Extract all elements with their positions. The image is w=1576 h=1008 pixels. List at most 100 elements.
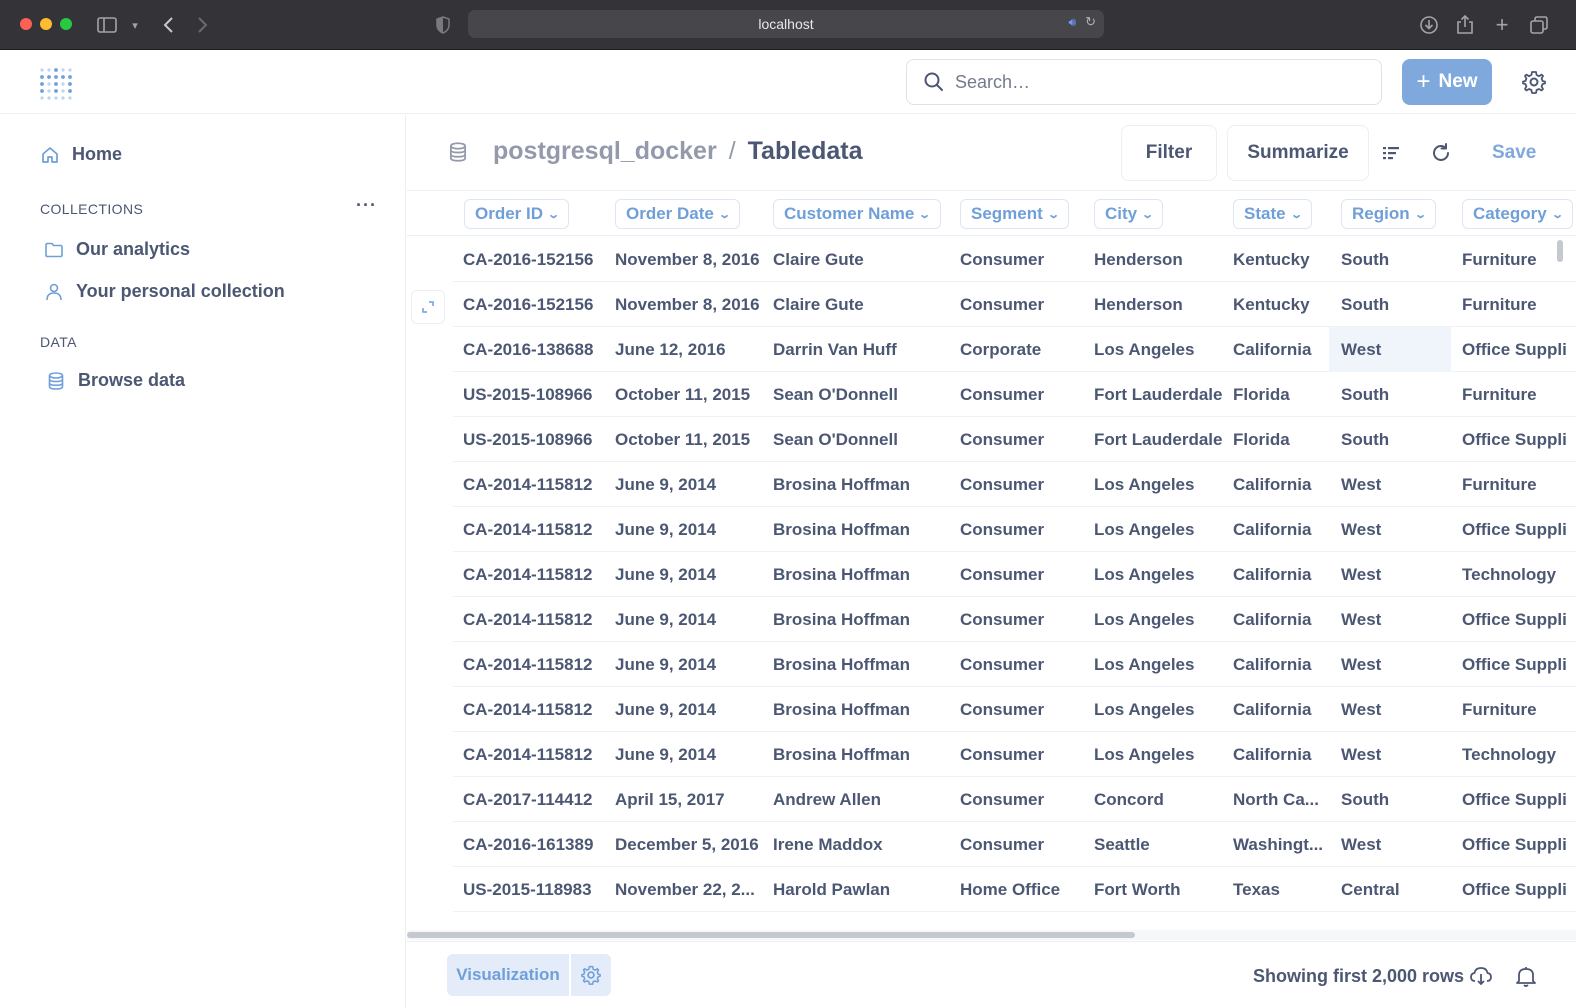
table-row[interactable]: CA-2014-115812 June 9, 2014 Brosina Hoffma… [453, 597, 1576, 642]
table-cell[interactable]: Office Suppli [1462, 327, 1576, 372]
table-cell[interactable]: April 15, 2017 [615, 777, 760, 822]
table-cell[interactable]: June 9, 2014 [615, 732, 760, 777]
table-row[interactable]: CA-2014-115812 June 9, 2014 Brosina Hoffma… [453, 642, 1576, 687]
share-icon[interactable] [1452, 12, 1478, 38]
table-row[interactable]: US-2015-108966 October 11, 2015 Sean O'Don… [453, 417, 1576, 462]
save-button[interactable]: Save [1492, 142, 1536, 164]
reload-icon[interactable]: ↻ [1085, 14, 1096, 30]
table-cell[interactable]: West [1341, 687, 1451, 732]
table-cell[interactable]: Washingt... [1233, 822, 1328, 867]
vertical-scrollbar[interactable] [1557, 240, 1563, 262]
table-cell[interactable]: CA-2017-114412 [463, 777, 598, 822]
table-row[interactable]: CA-2014-115812 June 9, 2014 Brosina Hoffma… [453, 687, 1576, 732]
table-row[interactable]: CA-2014-115812 June 9, 2014 Brosina Hoffma… [453, 462, 1576, 507]
table-cell[interactable]: US-2015-108966 [463, 372, 598, 417]
download-icon[interactable] [1416, 12, 1442, 38]
more-options-icon[interactable]: ··· [356, 195, 377, 216]
table-cell[interactable]: Andrew Allen [773, 777, 948, 822]
table-cell[interactable]: Los Angeles [1094, 687, 1224, 732]
sidebar-item-home[interactable]: Home [40, 144, 122, 165]
search-box[interactable] [906, 59, 1382, 105]
table-cell[interactable]: Consumer [960, 687, 1085, 732]
address-bar[interactable]: localhost 🔊︎ ↻ [468, 10, 1104, 38]
sidebar-item-browse-data[interactable]: Browse data [46, 370, 185, 391]
table-cell[interactable]: Consumer [960, 372, 1085, 417]
table-cell[interactable]: June 9, 2014 [615, 462, 760, 507]
refresh-icon[interactable] [1430, 142, 1452, 164]
scrollbar-thumb[interactable] [407, 932, 1135, 938]
table-cell[interactable]: Technology [1462, 552, 1576, 597]
table-cell[interactable]: California [1233, 687, 1328, 732]
table-cell[interactable]: Henderson [1094, 282, 1224, 327]
breadcrumb-table[interactable]: Tabledata [748, 137, 863, 166]
visualization-settings-button[interactable] [571, 954, 611, 996]
table-cell[interactable]: Brosina Hoffman [773, 552, 948, 597]
column-header[interactable]: Order Date ⌄ [615, 199, 741, 229]
table-cell[interactable]: Consumer [960, 642, 1085, 687]
table-cell[interactable]: Brosina Hoffman [773, 597, 948, 642]
speaker-icon[interactable]: 🔊︎ [1068, 15, 1076, 30]
table-cell[interactable]: South [1341, 372, 1451, 417]
table-row[interactable]: US-2015-108966 October 11, 2015 Sean O'Don… [453, 372, 1576, 417]
table-cell[interactable]: CA-2014-115812 [463, 597, 598, 642]
table-cell[interactable]: Harold Pawlan [773, 867, 948, 912]
table-cell[interactable]: West [1341, 552, 1451, 597]
gear-icon[interactable] [1522, 70, 1546, 94]
notebook-editor-icon[interactable] [1380, 142, 1402, 164]
table-cell[interactable]: CA-2014-115812 [463, 687, 598, 732]
table-cell[interactable]: Henderson [1094, 237, 1224, 282]
table-row[interactable]: CA-2016-152156 November 8, 2016 Claire Gut… [453, 282, 1576, 327]
table-cell[interactable]: Sean O'Donnell [773, 417, 948, 462]
table-cell[interactable]: South [1341, 282, 1451, 327]
table-cell[interactable]: West [1341, 732, 1451, 777]
column-header[interactable]: Segment ⌄ [960, 199, 1070, 229]
table-cell[interactable]: Home Office [960, 867, 1085, 912]
table-cell[interactable]: Los Angeles [1094, 462, 1224, 507]
table-cell[interactable]: CA-2016-152156 [463, 282, 598, 327]
expand-row-button[interactable] [411, 290, 445, 324]
column-header[interactable]: Region ⌄ [1341, 199, 1436, 229]
table-cell[interactable]: West [1329, 327, 1451, 372]
forward-icon[interactable] [190, 12, 216, 38]
table-cell[interactable]: South [1341, 417, 1451, 462]
table-cell[interactable]: Consumer [960, 282, 1085, 327]
table-row[interactable]: CA-2016-161389 December 5, 2016 Irene Madd… [453, 822, 1576, 867]
table-cell[interactable]: CA-2014-115812 [463, 732, 598, 777]
table-cell[interactable]: June 9, 2014 [615, 552, 760, 597]
table-cell[interactable]: West [1341, 597, 1451, 642]
table-cell[interactable]: Fort Worth [1094, 867, 1224, 912]
table-cell[interactable]: October 11, 2015 [615, 417, 760, 462]
table-cell[interactable]: Office Suppli [1462, 507, 1576, 552]
table-cell[interactable]: Sean O'Donnell [773, 372, 948, 417]
minimize-window-button[interactable] [40, 18, 52, 30]
table-cell[interactable]: Consumer [960, 597, 1085, 642]
table-row[interactable]: CA-2014-115812 June 9, 2014 Brosina Hoffma… [453, 552, 1576, 597]
table-cell[interactable]: Brosina Hoffman [773, 462, 948, 507]
table-cell[interactable]: Los Angeles [1094, 732, 1224, 777]
table-cell[interactable]: South [1341, 777, 1451, 822]
table-cell[interactable]: Brosina Hoffman [773, 687, 948, 732]
table-row[interactable]: CA-2016-138688 June 12, 2016 Darrin Van Hu… [453, 327, 1576, 372]
back-icon[interactable] [155, 12, 181, 38]
table-cell[interactable]: CA-2014-115812 [463, 462, 598, 507]
table-cell[interactable]: CA-2016-152156 [463, 237, 598, 282]
table-cell[interactable]: November 8, 2016 [615, 282, 760, 327]
table-cell[interactable]: Kentucky [1233, 237, 1328, 282]
summarize-button[interactable]: Summarize [1227, 125, 1369, 181]
table-cell[interactable]: Brosina Hoffman [773, 507, 948, 552]
filter-button[interactable]: Filter [1121, 125, 1217, 181]
column-header[interactable]: Customer Name ⌄ [773, 199, 941, 229]
table-cell[interactable]: Los Angeles [1094, 327, 1224, 372]
table-cell[interactable]: California [1233, 642, 1328, 687]
table-cell[interactable]: June 9, 2014 [615, 507, 760, 552]
table-cell[interactable]: Consumer [960, 507, 1085, 552]
table-cell[interactable]: June 9, 2014 [615, 642, 760, 687]
horizontal-scrollbar[interactable] [407, 930, 1576, 940]
table-cell[interactable]: Consumer [960, 777, 1085, 822]
table-row[interactable]: CA-2017-114412 April 15, 2017 Andrew Allen… [453, 777, 1576, 822]
table-cell[interactable]: Consumer [960, 417, 1085, 462]
column-header[interactable]: Category ⌄ [1462, 199, 1573, 229]
table-cell[interactable]: North Ca... [1233, 777, 1328, 822]
table-cell[interactable]: Central [1341, 867, 1451, 912]
metabase-logo-icon[interactable] [39, 66, 73, 100]
